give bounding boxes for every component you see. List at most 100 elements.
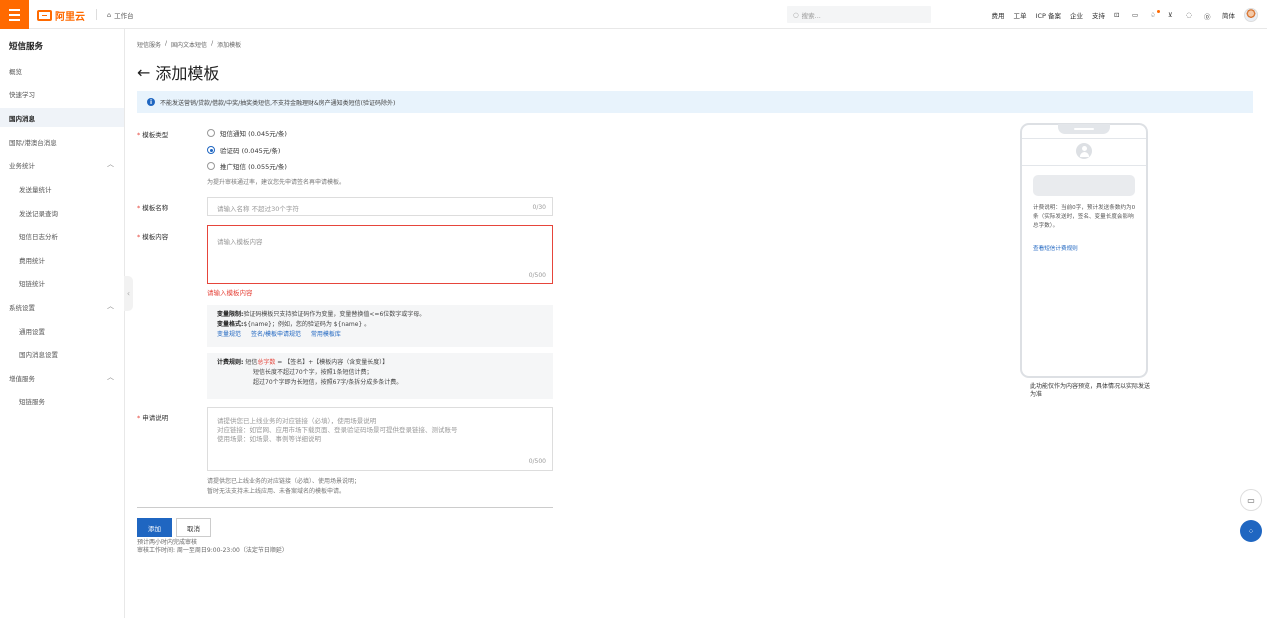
template-type-label: * 模板类型	[137, 131, 169, 139]
aliyun-logo-icon	[37, 10, 52, 21]
page-title-text: 添加模板	[155, 64, 220, 83]
content-error-message: 请输入模板内容	[207, 289, 253, 297]
preview-disclaimer: 此功能仅作为内容预览，具体情况以实际发送为准	[1030, 383, 1151, 398]
char-counter: 0/500	[528, 272, 546, 279]
avatar[interactable]	[1244, 8, 1258, 22]
terminal-icon[interactable]: ⊡	[1114, 11, 1123, 20]
textarea-placeholder: 对应链接：如官网、应用市场下载页面、登录验证码场景可提供登录链接、测试账号	[217, 426, 458, 434]
menu-icon[interactable]	[0, 0, 29, 29]
search-placeholder: 搜索...	[801, 11, 821, 20]
sidebar-item-shortlink[interactable]: 短链服务	[19, 396, 45, 406]
home-icon: ⌂	[107, 11, 112, 19]
form-divider	[137, 507, 553, 508]
top-nav: 费用 工单 ICP 备案 企业 支持 ⊡ ▭ ♤ ⊻ ◌ ⓪ 简体	[992, 8, 1258, 22]
application-desc-textarea[interactable]: 请提供您已上线业务的对应链接（必填），使用场景说明 对应链接：如官网、应用市场下…	[207, 407, 553, 471]
breadcrumb-item: 添加模板	[217, 42, 242, 49]
char-counter: 0/500	[528, 458, 546, 465]
nav-cost[interactable]: 费用	[992, 10, 1005, 20]
help-icon[interactable]: ⓪	[1204, 11, 1213, 21]
application-desc-hint: 请提供您已上线业务的对应链接（必填）、使用场景说明； 暂时无法支持未上线应用、未…	[207, 478, 361, 495]
apps-icon[interactable]: ⁘	[1240, 520, 1262, 542]
back-arrow-icon[interactable]: ←	[137, 63, 150, 82]
top-bar: 阿里云 ⌂ 工作台 ○ 搜索... 费用 工单 ICP 备案 企业 支持 ⊡ ▭…	[0, 0, 1267, 29]
textarea-placeholder: 使用场景：如场景、事例等详细说明	[217, 435, 321, 443]
phone-preview: 计费说明：当前0字，预计发送条数约为0条（实际发送时，签名、变量长度会影响总字数…	[1020, 123, 1148, 378]
sidebar-item-cost-stats[interactable]: 费用统计	[19, 255, 45, 265]
sidebar-item-domestic[interactable]: 国内消息	[0, 108, 124, 127]
radio-label: 验证码 (0.045元/条)	[220, 147, 281, 155]
sidebar-item-quickstart[interactable]: 快速学习	[9, 89, 35, 99]
language-switch[interactable]: 简体	[1222, 10, 1235, 20]
sidebar-item-log-analysis[interactable]: 短信日志分析	[19, 231, 58, 241]
phone-notch	[1058, 124, 1110, 134]
screen-icon[interactable]: ▭	[1132, 11, 1141, 20]
radio-icon[interactable]	[207, 162, 215, 170]
workbench-label: 工作台	[114, 12, 134, 20]
sidebar-item-general[interactable]: 通用设置	[19, 326, 45, 336]
alert-text: 不能发送营销/贷款/借款/中奖/抽奖类短信,不支持金融理财&房产通知类短信(验证…	[160, 99, 396, 107]
radio-icon[interactable]	[207, 129, 215, 137]
cart-icon[interactable]: ⊻	[1168, 11, 1177, 20]
nav-enterprise[interactable]: 企业	[1070, 10, 1083, 20]
search-input[interactable]: ○ 搜索...	[787, 6, 931, 23]
nav-support[interactable]: 支持	[1092, 10, 1105, 20]
application-desc-label: * 申请说明	[137, 414, 169, 422]
billing-rules-box: 计费规则: 短信总字数 = 【签名】+【模板内容（含变量长度）】 短信长度不超过…	[207, 353, 553, 399]
link-variable-spec[interactable]: 变量规范	[217, 331, 241, 338]
link-sign-template-spec[interactable]: 签名/模板申请规范	[251, 331, 301, 338]
chevron-up-icon[interactable]: ︿	[107, 372, 114, 382]
nav-icp[interactable]: ICP 备案	[1036, 10, 1061, 20]
location-icon[interactable]: ◌	[1186, 11, 1195, 20]
billing-line: 超过70个字即为长短信，按照67字/条拆分成多条计费。	[253, 379, 403, 386]
message-bubble	[1033, 175, 1135, 196]
textarea-placeholder: 请提供您已上线业务的对应链接（必填），使用场景说明	[217, 417, 377, 425]
brand-name: 阿里云	[55, 12, 85, 23]
input-placeholder: 请输入名称 不超过30个字符	[217, 205, 299, 213]
sidebar-item-settings[interactable]: 系统设置	[9, 302, 35, 312]
notice-alert: i 不能发送营销/贷款/借款/中奖/抽奖类短信,不支持金融理财&房产通知类短信(…	[137, 91, 1253, 113]
sidebar: 短信服务 概览 快速学习 国内消息 国际/港澳台消息 业务统计 ︿ 发送量统计 …	[0, 29, 125, 618]
radio-sms-notice[interactable]: 短信通知 (0.045元/条)	[207, 128, 287, 138]
breadcrumb-item[interactable]: 短信服务	[137, 40, 161, 49]
review-time-note: 预计两小时内完成审核 审核工作时间: 周一至周日9:00-23:00（法定节日顺…	[137, 539, 288, 554]
billing-line: 短信长度不超过70个字，按照1条短信计费；	[253, 369, 373, 376]
brand-logo[interactable]: 阿里云	[37, 8, 85, 23]
sidebar-item-domestic-settings[interactable]: 国内消息设置	[19, 349, 58, 359]
submit-button[interactable]: 添加	[137, 518, 172, 537]
cancel-button[interactable]: 取消	[176, 518, 211, 537]
sidebar-collapse-handle[interactable]: ‹	[124, 276, 133, 311]
template-name-input[interactable]: 请输入名称 不超过30个字符 0/30	[207, 197, 553, 216]
chat-icon[interactable]: ▭	[1240, 489, 1262, 511]
workbench-link[interactable]: ⌂ 工作台	[107, 10, 134, 20]
sidebar-title: 短信服务	[9, 42, 44, 52]
bell-icon[interactable]: ♤	[1150, 9, 1160, 20]
radio-checked-icon[interactable]	[207, 146, 215, 154]
nav-ticket[interactable]: 工单	[1014, 10, 1027, 20]
breadcrumb: 短信服务 / 国内文本短信 / 添加模板	[137, 40, 242, 49]
sidebar-item-stats[interactable]: 业务统计	[9, 160, 35, 170]
billing-rules-link[interactable]: 查看短信计费规则	[1033, 244, 1078, 252]
template-content-textarea[interactable]: 请输入模板内容 0/500	[207, 225, 553, 284]
textarea-placeholder: 请输入模板内容	[217, 238, 263, 246]
variable-rules-box: 变量限制:验证码模板只支持验证码作为变量，变量替换值<=6位数字或字母。 变量格…	[207, 305, 553, 347]
billing-note: 计费说明：当前0字，预计发送条数约为0条（实际发送时，签名、变量长度会影响总字数…	[1033, 205, 1136, 229]
chevron-up-icon[interactable]: ︿	[107, 301, 114, 311]
chevron-up-icon[interactable]: ︿	[107, 159, 114, 169]
char-counter: 0/30	[532, 204, 546, 211]
info-icon: i	[147, 98, 155, 106]
sidebar-item-shortlink-stats[interactable]: 短链统计	[19, 278, 45, 288]
sidebar-item-send-stats[interactable]: 发送量统计	[19, 184, 52, 194]
sidebar-item-overview[interactable]: 概览	[9, 66, 22, 76]
template-type-hint: 为提升审核通过率，建议您先申请签名再申请模板。	[207, 179, 346, 186]
sidebar-item-send-records[interactable]: 发送记录查询	[19, 208, 58, 218]
sidebar-item-intl[interactable]: 国际/港澳台消息	[9, 137, 57, 147]
breadcrumb-item[interactable]: 国内文本短信	[171, 40, 207, 49]
link-template-library[interactable]: 常用模板库	[311, 331, 341, 338]
sidebar-item-value-added[interactable]: 增值服务	[9, 373, 35, 383]
radio-verification-code[interactable]: 验证码 (0.045元/条)	[207, 145, 280, 155]
template-content-label: * 模板内容	[137, 233, 169, 241]
radio-promotion[interactable]: 推广短信 (0.055元/条)	[207, 161, 287, 171]
divider	[96, 9, 97, 20]
search-icon: ○	[793, 10, 799, 19]
page-title: ← 添加模板	[137, 60, 219, 84]
